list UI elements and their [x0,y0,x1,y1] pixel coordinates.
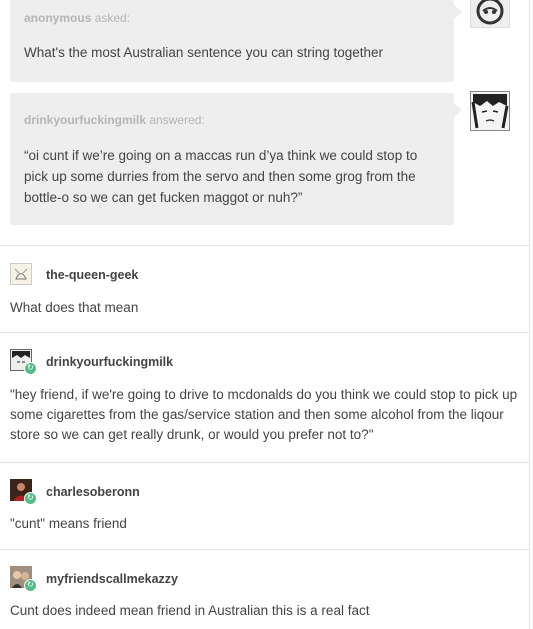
note-username[interactable]: charlesoberonn [46,485,140,499]
reblog-badge-icon: ↻ [24,362,37,375]
note-text: "cunt" means friend [10,516,127,531]
asker-name[interactable]: anonymous [24,11,91,25]
answer-verb: answered: [149,113,205,127]
ask-bubble: anonymous asked: What's the most Austral… [10,0,454,82]
note-username[interactable]: myfriendscallmekazzy [46,572,178,586]
avatar[interactable] [10,263,32,285]
anonymous-avatar[interactable] [470,0,510,28]
note-text: "hey friend, if we're going to drive to … [10,387,518,442]
ask-verb: asked: [94,11,131,25]
divider [0,462,530,463]
note-username[interactable]: drinkyourfuckingmilk [46,355,173,369]
note-text: Cunt does indeed mean friend in Australi… [10,603,370,618]
answerer-name[interactable]: drinkyourfuckingmilk [24,113,146,127]
divider [0,332,530,333]
column-border [529,0,530,629]
ask-meta: anonymous asked: [24,11,130,25]
answer-bubble: drinkyourfuckingmilk answered: “oi cunt … [10,93,454,225]
ask-question: What's the most Australian sentence you … [24,45,384,60]
divider [0,549,530,550]
manga-face-icon [471,94,509,129]
anonymous-mask-icon [476,0,504,25]
divider [0,245,530,246]
answer-text: “oi cunt if we’re going on a maccas run … [24,148,418,205]
answer-meta: drinkyourfuckingmilk answered: [24,113,205,127]
ask-bubble-tail [453,4,462,20]
cat-sketch-icon [14,268,28,280]
reblog-badge-icon: ↻ [24,492,37,505]
answer-bubble-tail [453,102,462,118]
note-text: What does that mean [10,300,139,315]
note-username[interactable]: the-queen-geek [46,268,138,282]
answerer-avatar[interactable] [470,91,510,131]
reblog-badge-icon: ↻ [24,579,37,592]
